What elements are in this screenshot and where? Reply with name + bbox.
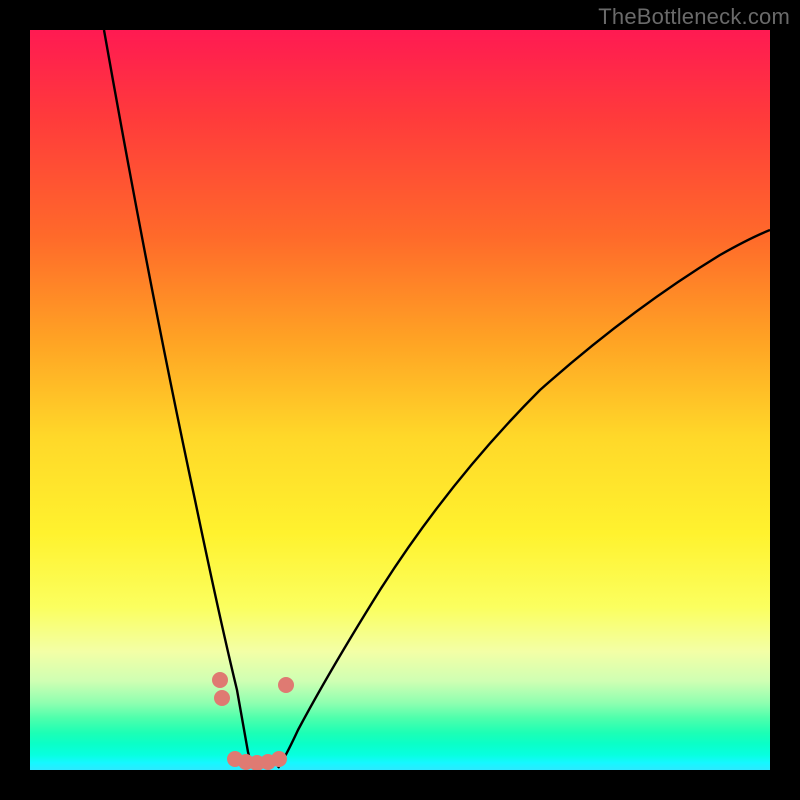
curve-right [278,230,770,768]
plot-area [30,30,770,770]
marker-dot [214,690,230,706]
chart-frame: TheBottleneck.com [0,0,800,800]
watermark-text: TheBottleneck.com [598,4,790,30]
curve-left [104,30,255,768]
marker-dot [278,677,294,693]
marker-dot [271,751,287,767]
trough-markers [212,672,294,770]
marker-dot [212,672,228,688]
curves-layer [30,30,770,770]
